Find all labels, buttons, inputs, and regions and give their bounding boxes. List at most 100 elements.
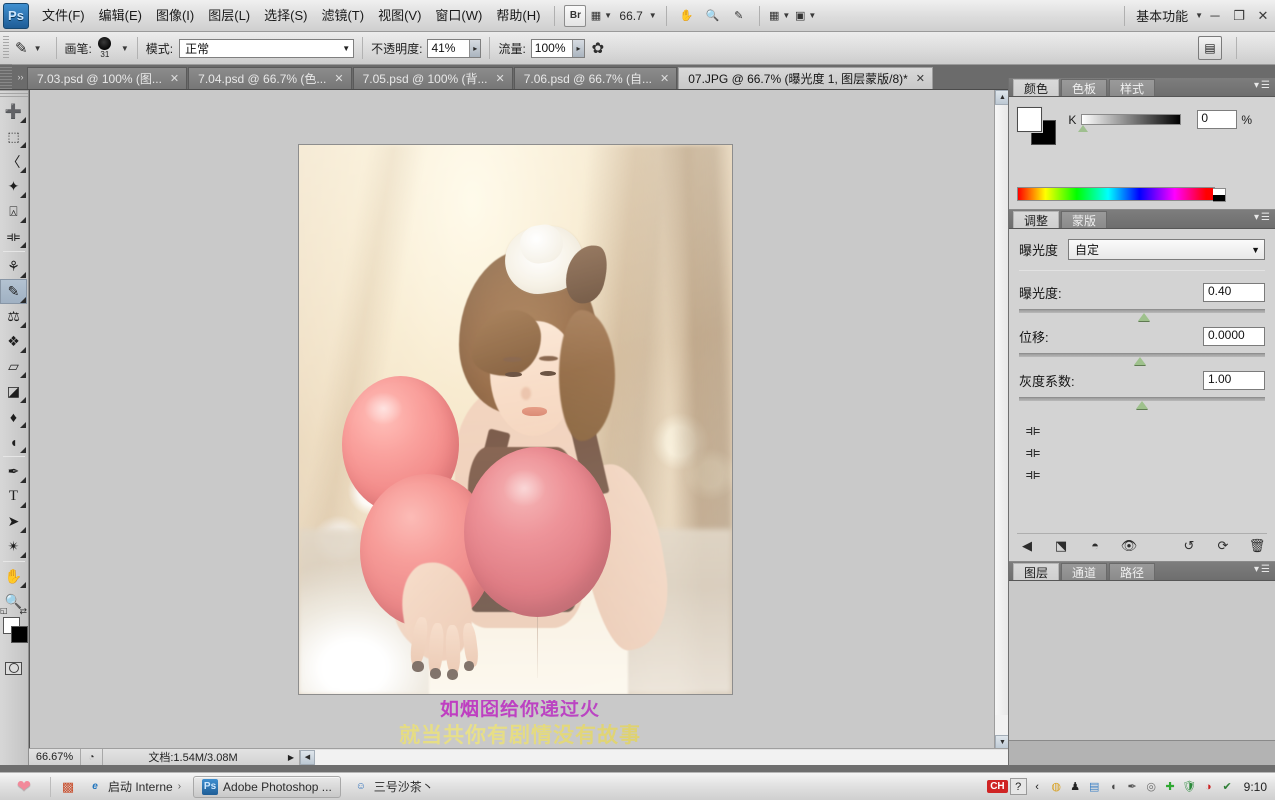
- menu-edit[interactable]: 编辑(E): [92, 4, 149, 28]
- status-horizontal-scroll[interactable]: ◀: [299, 749, 1009, 765]
- sogou-icon[interactable]: ◍: [1048, 778, 1065, 795]
- history-brush-tool[interactable]: ❖: [0, 329, 27, 354]
- exposure-slider-track[interactable]: [1019, 309, 1265, 321]
- zoom-tool-button[interactable]: 🔍: [702, 5, 724, 27]
- blur-tool[interactable]: ♦: [0, 404, 27, 429]
- close-icon[interactable]: ✕: [916, 72, 925, 85]
- taskbar-button-internet-explorer[interactable]: e 启动 Interne ›: [79, 776, 189, 798]
- opacity-field[interactable]: ▸: [427, 38, 482, 58]
- airbrush-toggle-icon[interactable]: ✿: [585, 36, 611, 60]
- document-tab[interactable]: 7.05.psd @ 100% (背... ✕: [352, 67, 513, 89]
- tab-layers[interactable]: 图层: [1013, 563, 1060, 580]
- menu-select[interactable]: 选择(S): [257, 4, 314, 28]
- k-channel-value[interactable]: 0: [1197, 110, 1238, 129]
- dodge-tool[interactable]: ◖: [0, 429, 27, 454]
- offset-slider-track[interactable]: [1019, 353, 1265, 365]
- document-tab-active[interactable]: 07.JPG @ 66.7% (曝光度 1, 图层蒙版/8)* ✕: [678, 67, 934, 89]
- tab-swatches[interactable]: 色板: [1061, 79, 1108, 96]
- status-menu-arrow-icon[interactable]: ▶: [283, 753, 299, 762]
- add-plus-icon[interactable]: ✚: [1162, 778, 1179, 795]
- gamma-slider-thumb[interactable]: [1136, 401, 1148, 409]
- restore-button[interactable]: ❐: [1227, 5, 1251, 27]
- tab-masks[interactable]: 蒙版: [1061, 211, 1108, 228]
- pen-tool-tray-icon[interactable]: ✒: [1124, 778, 1141, 795]
- volume-icon[interactable]: ◖: [1105, 778, 1122, 795]
- toggle-brush-panel-button[interactable]: ▤: [1198, 36, 1222, 60]
- taskbar-button-photoshop[interactable]: Ps Adobe Photoshop ...: [193, 775, 341, 798]
- tool-preset-picker[interactable]: ✎ ▼: [13, 39, 48, 57]
- return-to-adjustment-list-icon[interactable]: ◀: [1017, 537, 1037, 555]
- mini-bridge-button[interactable]: ▦ ▼: [590, 5, 612, 27]
- status-preview-icon[interactable]: ◔: [81, 749, 103, 765]
- canvas-viewport[interactable]: 如烟囵给你递过火 就当共你有剧情没有故事: [30, 90, 994, 750]
- set-white-point-eyedropper-icon[interactable]: ⟚: [1021, 463, 1045, 485]
- color-spectrum-ramp[interactable]: [1017, 187, 1226, 202]
- flow-stepper[interactable]: ▸: [572, 39, 584, 57]
- close-icon[interactable]: ✕: [334, 72, 343, 85]
- menu-filter[interactable]: 滤镜(T): [314, 4, 371, 28]
- color-panel-menu-button[interactable]: ▾ ☰: [1254, 80, 1270, 91]
- qq-penguin-icon[interactable]: ♟: [1067, 778, 1084, 795]
- arrange-documents-button[interactable]: ▦ ▼: [769, 5, 791, 27]
- gamma-value-field[interactable]: 1.00: [1203, 371, 1265, 390]
- adjustments-panel-menu-button[interactable]: ▾ ☰: [1254, 212, 1270, 223]
- offset-slider-thumb[interactable]: [1133, 357, 1146, 365]
- red-app-icon[interactable]: ◑: [1200, 778, 1217, 795]
- brush-preset-picker[interactable]: 31: [94, 36, 116, 60]
- delete-adjustment-layer-icon[interactable]: 🗑: [1247, 537, 1267, 555]
- clock[interactable]: 9:10: [1244, 780, 1269, 794]
- minimize-button[interactable]: ─: [1203, 5, 1227, 27]
- rotate-view-tool-button[interactable]: ✎: [728, 5, 750, 27]
- gradient-tool[interactable]: ◪: [0, 379, 27, 404]
- k-channel-slider[interactable]: [1078, 114, 1182, 132]
- reset-to-previous-state-icon[interactable]: ↺: [1179, 537, 1199, 555]
- scroll-left-arrow-icon[interactable]: ◀: [300, 749, 315, 765]
- opacity-input[interactable]: [428, 39, 469, 57]
- vertical-scrollbar[interactable]: ▲ ▼: [994, 90, 1010, 750]
- swap-colors-icon[interactable]: ⇄: [19, 606, 27, 617]
- opacity-stepper[interactable]: ▸: [468, 39, 481, 57]
- bridge-button[interactable]: Br: [564, 4, 587, 27]
- foreground-color-swatch[interactable]: [1017, 107, 1042, 132]
- set-gray-point-eyedropper-icon[interactable]: ⟚: [1021, 441, 1045, 463]
- screen-mode-button[interactable]: ▣ ▼: [795, 5, 817, 27]
- menu-image[interactable]: 图像(I): [149, 4, 201, 28]
- update-check-icon[interactable]: ✔: [1219, 778, 1236, 795]
- tools-palette-grip[interactable]: [0, 90, 28, 99]
- tab-dock-grip[interactable]: [0, 64, 12, 89]
- quick-mask-toggle[interactable]: [0, 657, 27, 679]
- layers-panel-body[interactable]: [1009, 581, 1275, 741]
- ime-indicator[interactable]: CH: [987, 780, 1008, 793]
- brush-tool[interactable]: ✎: [0, 279, 27, 304]
- gamma-slider-track[interactable]: [1019, 397, 1265, 409]
- path-selection-tool[interactable]: ➤: [0, 509, 27, 534]
- image-canvas[interactable]: [299, 145, 732, 694]
- document-tab[interactable]: 7.04.psd @ 66.7% (色... ✕: [188, 67, 352, 89]
- default-colors-icon[interactable]: ◱: [0, 606, 8, 615]
- taskbar-button-qq[interactable]: ☺ 三号沙茶丶: [345, 776, 442, 798]
- pen-tool[interactable]: ✒: [0, 459, 27, 484]
- hand-tool[interactable]: ✋: [0, 564, 27, 589]
- clip-to-layer-icon[interactable]: ⬔: [1051, 537, 1071, 555]
- clone-stamp-tool[interactable]: ⚖: [0, 304, 27, 329]
- help-icon[interactable]: ?: [1009, 778, 1027, 795]
- tab-channels[interactable]: 通道: [1061, 563, 1108, 580]
- crop-tool[interactable]: ⍓: [0, 199, 27, 224]
- flow-field[interactable]: ▸: [530, 38, 585, 58]
- lasso-tool[interactable]: 〈: [0, 149, 27, 174]
- eyedropper-tool[interactable]: ⟚: [0, 224, 27, 249]
- disc-icon[interactable]: ◎: [1143, 778, 1160, 795]
- preview-eye-icon[interactable]: 👁: [1119, 537, 1139, 555]
- menu-view[interactable]: 视图(V): [371, 4, 428, 28]
- shield-icon[interactable]: 🛡: [1181, 778, 1198, 795]
- magic-wand-tool[interactable]: ✦: [0, 174, 27, 199]
- blend-mode-dropdown[interactable]: 正常 ▼: [179, 38, 355, 58]
- tab-dock-arrows-icon[interactable]: ››: [14, 64, 27, 89]
- reset-adjustment-icon[interactable]: ⟳: [1213, 537, 1233, 555]
- close-icon[interactable]: ✕: [170, 72, 179, 85]
- document-tab[interactable]: 7.03.psd @ 100% (图... ✕: [27, 67, 188, 89]
- healing-brush-tool[interactable]: ⚘: [0, 254, 27, 279]
- close-icon[interactable]: ✕: [660, 72, 669, 85]
- adjustment-preset-dropdown[interactable]: 自定 ▼: [1068, 239, 1265, 260]
- zoom-percentage[interactable]: 66.67%: [29, 749, 81, 765]
